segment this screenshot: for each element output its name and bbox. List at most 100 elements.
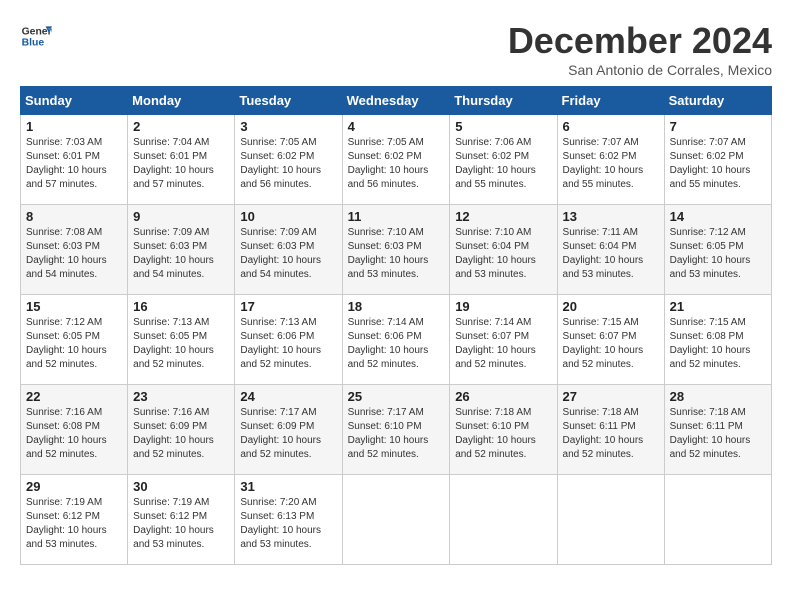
day-info: Sunrise: 7:18 AM Sunset: 6:11 PM Dayligh… bbox=[563, 406, 659, 462]
calendar-header-tuesday: Tuesday bbox=[235, 87, 342, 115]
calendar-cell: 31 Sunrise: 7:20 AM Sunset: 6:13 PM Dayli… bbox=[235, 475, 342, 565]
calendar-cell: 25 Sunrise: 7:17 AM Sunset: 6:10 PM Dayli… bbox=[342, 385, 450, 475]
calendar-cell: 9 Sunrise: 7:09 AM Sunset: 6:03 PM Daylig… bbox=[128, 205, 235, 295]
day-number: 10 bbox=[240, 209, 336, 224]
calendar-cell: 26 Sunrise: 7:18 AM Sunset: 6:10 PM Dayli… bbox=[450, 385, 557, 475]
day-number: 25 bbox=[348, 389, 445, 404]
day-info: Sunrise: 7:12 AM Sunset: 6:05 PM Dayligh… bbox=[26, 316, 122, 372]
calendar-cell: 16 Sunrise: 7:13 AM Sunset: 6:05 PM Dayli… bbox=[128, 295, 235, 385]
day-info: Sunrise: 7:09 AM Sunset: 6:03 PM Dayligh… bbox=[240, 226, 336, 282]
calendar-cell bbox=[664, 475, 771, 565]
calendar-header-saturday: Saturday bbox=[664, 87, 771, 115]
day-info: Sunrise: 7:18 AM Sunset: 6:11 PM Dayligh… bbox=[670, 406, 766, 462]
calendar-cell: 22Sunrise: 7:16 AM Sunset: 6:08 PM Dayli… bbox=[21, 385, 128, 475]
calendar-week-5: 29 Sunrise: 7:19 AM Sunset: 6:12 PM Dayli… bbox=[21, 475, 772, 565]
calendar-header-wednesday: Wednesday bbox=[342, 87, 450, 115]
day-info: Sunrise: 7:17 AM Sunset: 6:10 PM Dayligh… bbox=[348, 406, 445, 462]
day-info: Sunrise: 7:19 AM Sunset: 6:12 PM Dayligh… bbox=[26, 496, 122, 552]
calendar-week-1: 1 Sunrise: 7:03 AM Sunset: 6:01 PM Daylig… bbox=[21, 115, 772, 205]
day-number: 20 bbox=[563, 299, 659, 314]
day-info: Sunrise: 7:13 AM Sunset: 6:05 PM Dayligh… bbox=[133, 316, 229, 372]
calendar-cell bbox=[450, 475, 557, 565]
day-info: Sunrise: 7:14 AM Sunset: 6:06 PM Dayligh… bbox=[348, 316, 445, 372]
day-info: Sunrise: 7:18 AM Sunset: 6:10 PM Dayligh… bbox=[455, 406, 551, 462]
calendar-cell: 24Sunrise: 7:17 AM Sunset: 6:09 PM Dayli… bbox=[235, 385, 342, 475]
calendar-week-4: 22Sunrise: 7:16 AM Sunset: 6:08 PM Dayli… bbox=[21, 385, 772, 475]
day-number: 7 bbox=[670, 119, 766, 134]
calendar-cell: 12 Sunrise: 7:10 AM Sunset: 6:04 PM Dayli… bbox=[450, 205, 557, 295]
logo-icon: General Blue bbox=[20, 20, 52, 52]
page-header: General Blue December 2024 San Antonio d… bbox=[20, 20, 772, 78]
calendar-table: SundayMondayTuesdayWednesdayThursdayFrid… bbox=[20, 86, 772, 565]
day-info: Sunrise: 7:17 AM Sunset: 6:09 PM Dayligh… bbox=[240, 406, 336, 462]
calendar-cell: 29 Sunrise: 7:19 AM Sunset: 6:12 PM Dayli… bbox=[21, 475, 128, 565]
day-info: Sunrise: 7:16 AM Sunset: 6:09 PM Dayligh… bbox=[133, 406, 229, 462]
calendar-cell: 14Sunrise: 7:12 AM Sunset: 6:05 PM Dayli… bbox=[664, 205, 771, 295]
day-info: Sunrise: 7:05 AM Sunset: 6:02 PM Dayligh… bbox=[240, 136, 336, 192]
calendar-cell: 20 Sunrise: 7:15 AM Sunset: 6:07 PM Dayli… bbox=[557, 295, 664, 385]
calendar-cell: 8Sunrise: 7:08 AM Sunset: 6:03 PM Daylig… bbox=[21, 205, 128, 295]
day-number: 31 bbox=[240, 479, 336, 494]
day-number: 2 bbox=[133, 119, 229, 134]
calendar-cell: 17 Sunrise: 7:13 AM Sunset: 6:06 PM Dayli… bbox=[235, 295, 342, 385]
day-number: 17 bbox=[240, 299, 336, 314]
day-info: Sunrise: 7:07 AM Sunset: 6:02 PM Dayligh… bbox=[670, 136, 766, 192]
day-info: Sunrise: 7:05 AM Sunset: 6:02 PM Dayligh… bbox=[348, 136, 445, 192]
calendar-cell: 11 Sunrise: 7:10 AM Sunset: 6:03 PM Dayli… bbox=[342, 205, 450, 295]
day-info: Sunrise: 7:15 AM Sunset: 6:07 PM Dayligh… bbox=[563, 316, 659, 372]
calendar-cell: 2Sunrise: 7:04 AM Sunset: 6:01 PM Daylig… bbox=[128, 115, 235, 205]
calendar-week-3: 15Sunrise: 7:12 AM Sunset: 6:05 PM Dayli… bbox=[21, 295, 772, 385]
svg-text:Blue: Blue bbox=[22, 38, 45, 49]
logo: General Blue bbox=[20, 20, 52, 52]
day-number: 12 bbox=[455, 209, 551, 224]
day-number: 13 bbox=[563, 209, 659, 224]
calendar-cell: 21Sunrise: 7:15 AM Sunset: 6:08 PM Dayli… bbox=[664, 295, 771, 385]
calendar-cell: 4Sunrise: 7:05 AM Sunset: 6:02 PM Daylig… bbox=[342, 115, 450, 205]
day-number: 29 bbox=[26, 479, 122, 494]
location-subtitle: San Antonio de Corrales, Mexico bbox=[508, 62, 772, 78]
day-number: 27 bbox=[563, 389, 659, 404]
day-number: 9 bbox=[133, 209, 229, 224]
calendar-header-thursday: Thursday bbox=[450, 87, 557, 115]
day-info: Sunrise: 7:19 AM Sunset: 6:12 PM Dayligh… bbox=[133, 496, 229, 552]
day-info: Sunrise: 7:10 AM Sunset: 6:04 PM Dayligh… bbox=[455, 226, 551, 282]
calendar-header-monday: Monday bbox=[128, 87, 235, 115]
day-info: Sunrise: 7:10 AM Sunset: 6:03 PM Dayligh… bbox=[348, 226, 445, 282]
day-number: 19 bbox=[455, 299, 551, 314]
day-number: 16 bbox=[133, 299, 229, 314]
day-number: 18 bbox=[348, 299, 445, 314]
day-info: Sunrise: 7:11 AM Sunset: 6:04 PM Dayligh… bbox=[563, 226, 659, 282]
calendar-cell: 30 Sunrise: 7:19 AM Sunset: 6:12 PM Dayli… bbox=[128, 475, 235, 565]
calendar-header-friday: Friday bbox=[557, 87, 664, 115]
calendar-cell: 1 Sunrise: 7:03 AM Sunset: 6:01 PM Daylig… bbox=[21, 115, 128, 205]
day-number: 14 bbox=[670, 209, 766, 224]
day-info: Sunrise: 7:06 AM Sunset: 6:02 PM Dayligh… bbox=[455, 136, 551, 192]
day-number: 8 bbox=[26, 209, 122, 224]
calendar-week-2: 8Sunrise: 7:08 AM Sunset: 6:03 PM Daylig… bbox=[21, 205, 772, 295]
day-number: 28 bbox=[670, 389, 766, 404]
day-info: Sunrise: 7:15 AM Sunset: 6:08 PM Dayligh… bbox=[670, 316, 766, 372]
calendar-cell: 5 Sunrise: 7:06 AM Sunset: 6:02 PM Daylig… bbox=[450, 115, 557, 205]
day-info: Sunrise: 7:14 AM Sunset: 6:07 PM Dayligh… bbox=[455, 316, 551, 372]
day-number: 30 bbox=[133, 479, 229, 494]
calendar-cell: 3 Sunrise: 7:05 AM Sunset: 6:02 PM Daylig… bbox=[235, 115, 342, 205]
calendar-cell: 19 Sunrise: 7:14 AM Sunset: 6:07 PM Dayli… bbox=[450, 295, 557, 385]
calendar-cell bbox=[557, 475, 664, 565]
day-number: 5 bbox=[455, 119, 551, 134]
day-info: Sunrise: 7:13 AM Sunset: 6:06 PM Dayligh… bbox=[240, 316, 336, 372]
day-number: 3 bbox=[240, 119, 336, 134]
calendar-header-row: SundayMondayTuesdayWednesdayThursdayFrid… bbox=[21, 87, 772, 115]
calendar-header-sunday: Sunday bbox=[21, 87, 128, 115]
calendar-cell: 10 Sunrise: 7:09 AM Sunset: 6:03 PM Dayli… bbox=[235, 205, 342, 295]
day-number: 26 bbox=[455, 389, 551, 404]
day-number: 11 bbox=[348, 209, 445, 224]
day-number: 23 bbox=[133, 389, 229, 404]
day-info: Sunrise: 7:09 AM Sunset: 6:03 PM Dayligh… bbox=[133, 226, 229, 282]
day-info: Sunrise: 7:03 AM Sunset: 6:01 PM Dayligh… bbox=[26, 136, 122, 192]
calendar-cell: 13 Sunrise: 7:11 AM Sunset: 6:04 PM Dayli… bbox=[557, 205, 664, 295]
calendar-cell: 28 Sunrise: 7:18 AM Sunset: 6:11 PM Dayli… bbox=[664, 385, 771, 475]
day-number: 6 bbox=[563, 119, 659, 134]
day-number: 1 bbox=[26, 119, 122, 134]
calendar-cell: 6Sunrise: 7:07 AM Sunset: 6:02 PM Daylig… bbox=[557, 115, 664, 205]
day-info: Sunrise: 7:20 AM Sunset: 6:13 PM Dayligh… bbox=[240, 496, 336, 552]
